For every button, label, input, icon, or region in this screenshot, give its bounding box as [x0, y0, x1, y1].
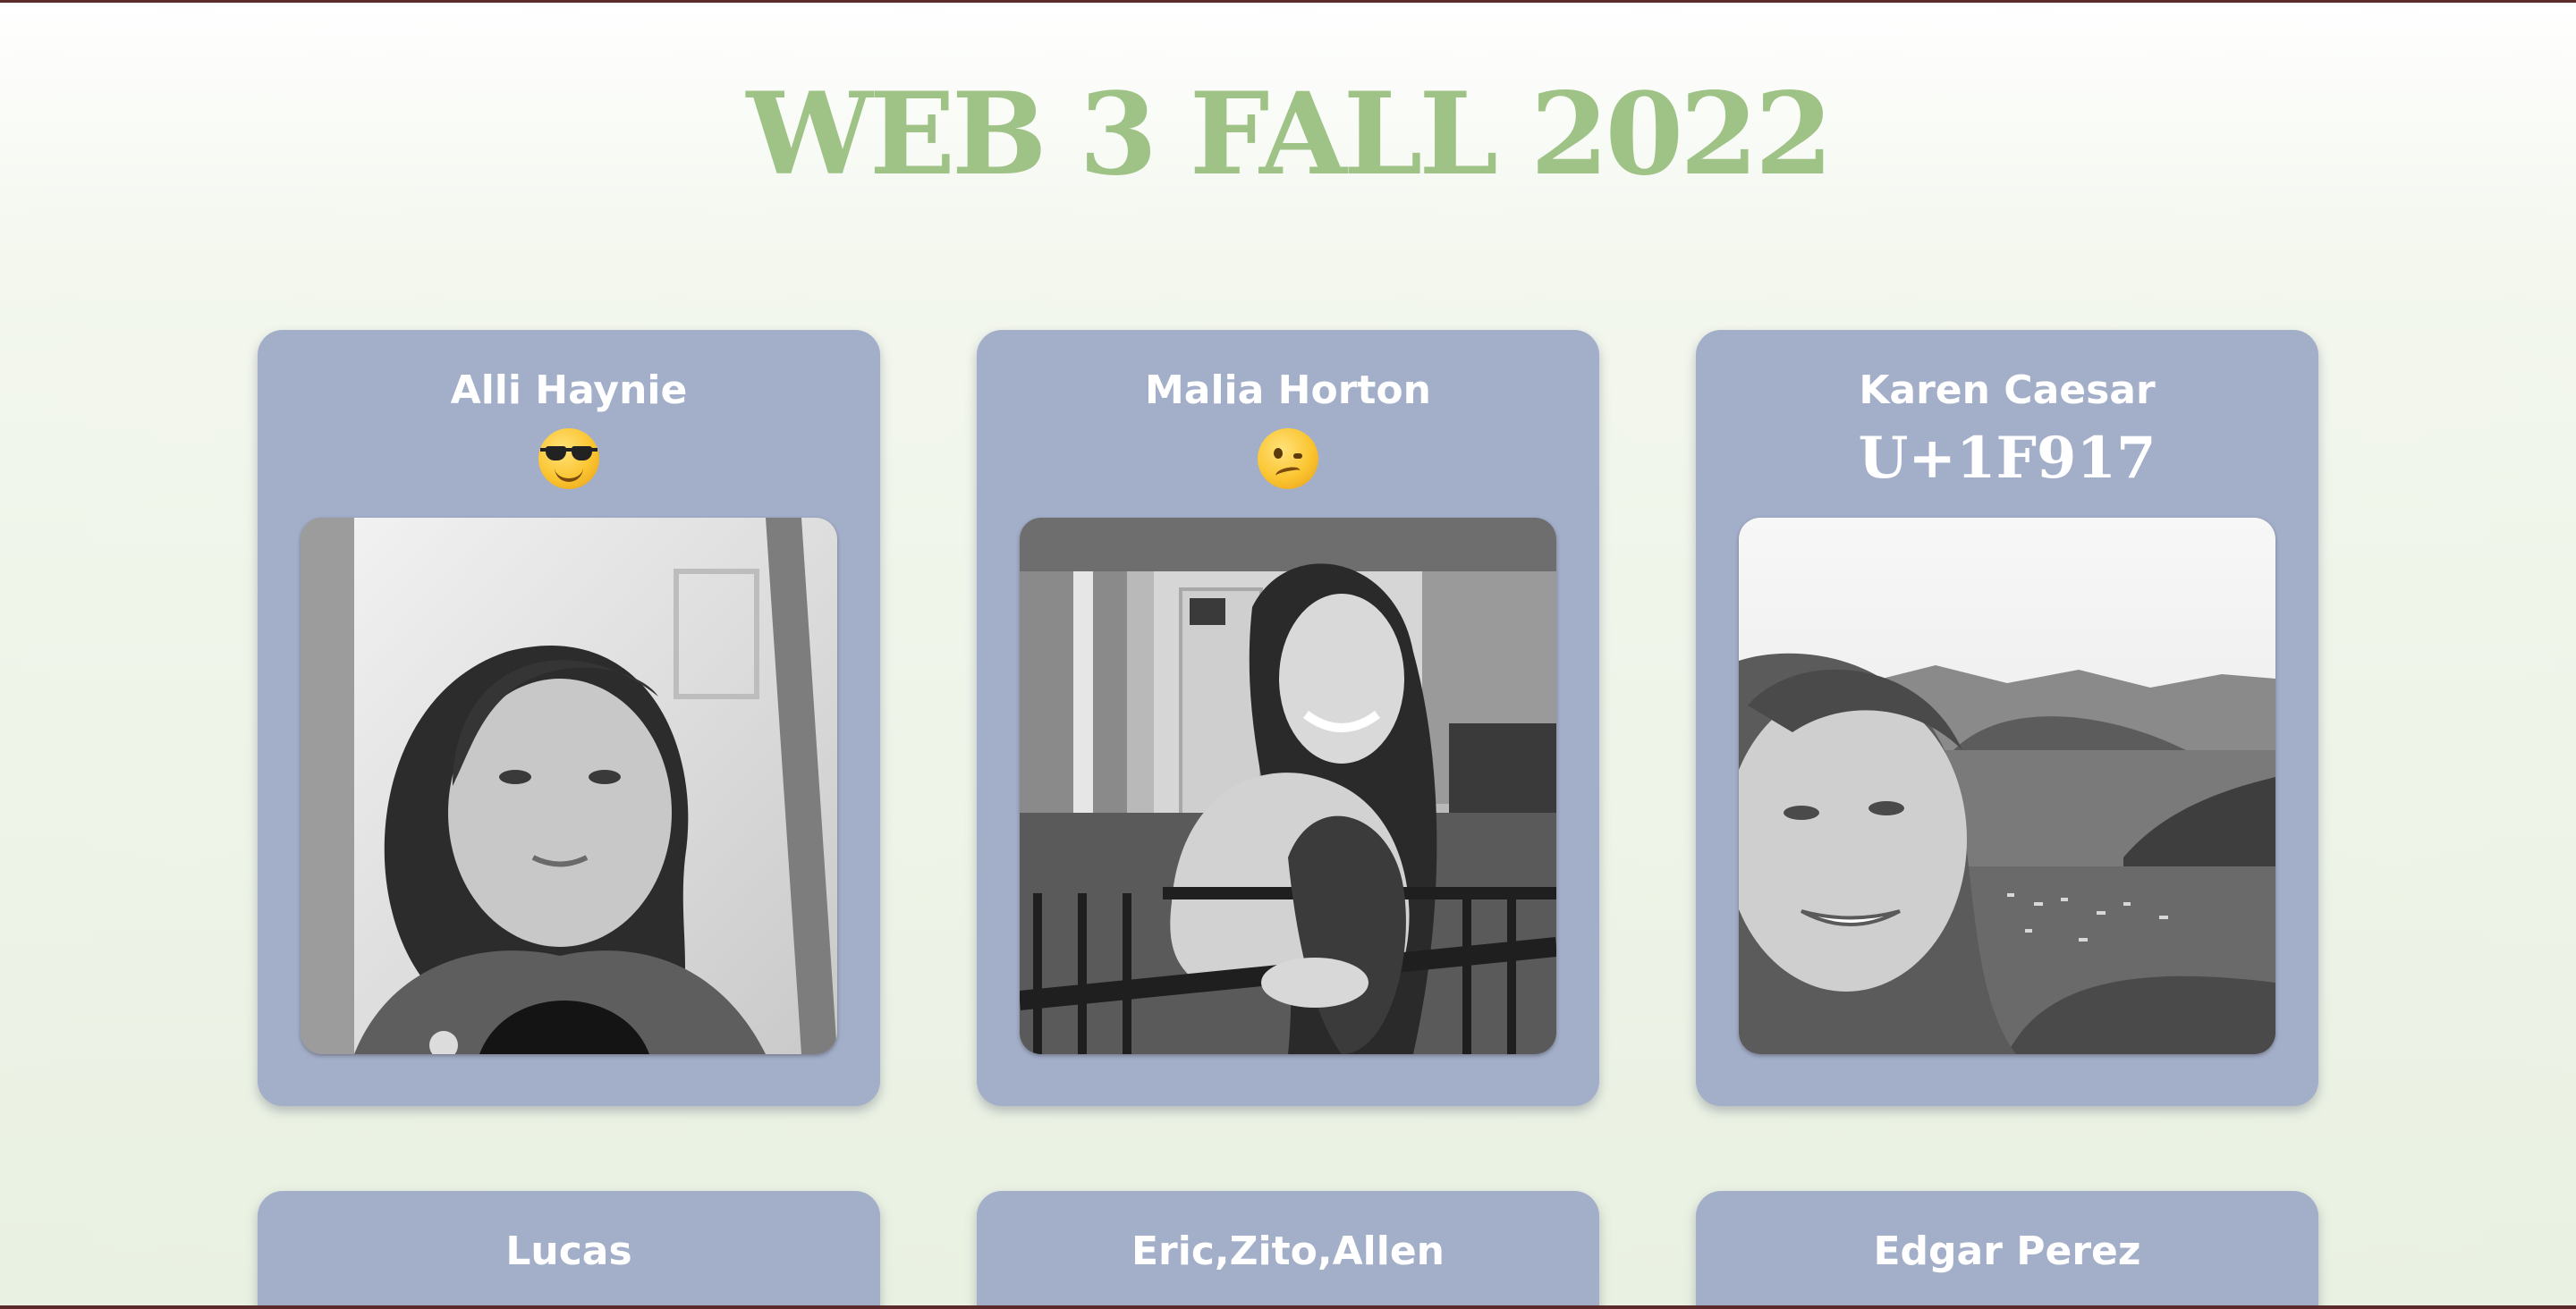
student-card[interactable]: Lucas	[258, 1191, 880, 1309]
window-top-border	[0, 0, 2576, 3]
student-card[interactable]: Karen Caesar U+1F917	[1696, 330, 2318, 1106]
page-title: WEB 3 FALL 2022	[746, 68, 1833, 200]
student-card[interactable]: Edgar Perez	[1696, 1191, 2318, 1309]
emoji-codepoint-text: U+1F917	[1858, 425, 2157, 492]
card-name: Karen Caesar	[1859, 367, 2156, 413]
card-name: Lucas	[505, 1229, 632, 1274]
smiling-face-with-sunglasses-icon	[258, 423, 880, 494]
card-name: Malia Horton	[1145, 367, 1431, 413]
student-card[interactable]: Eric,Zito,Allen	[977, 1191, 1599, 1309]
woozy-face-icon	[977, 423, 1599, 494]
student-card[interactable]: Alli Haynie	[258, 330, 880, 1106]
card-name: Eric,Zito,Allen	[1131, 1229, 1445, 1274]
portrait-photo	[301, 518, 837, 1054]
card-name: Edgar Perez	[1873, 1229, 2141, 1274]
card-name: Alli Haynie	[450, 367, 688, 413]
student-card[interactable]: Malia Horton	[977, 330, 1599, 1106]
landscape-selfie-photo	[1739, 518, 2275, 1054]
window-bottom-border	[0, 1305, 2576, 1309]
portrait-photo	[1020, 518, 1556, 1054]
